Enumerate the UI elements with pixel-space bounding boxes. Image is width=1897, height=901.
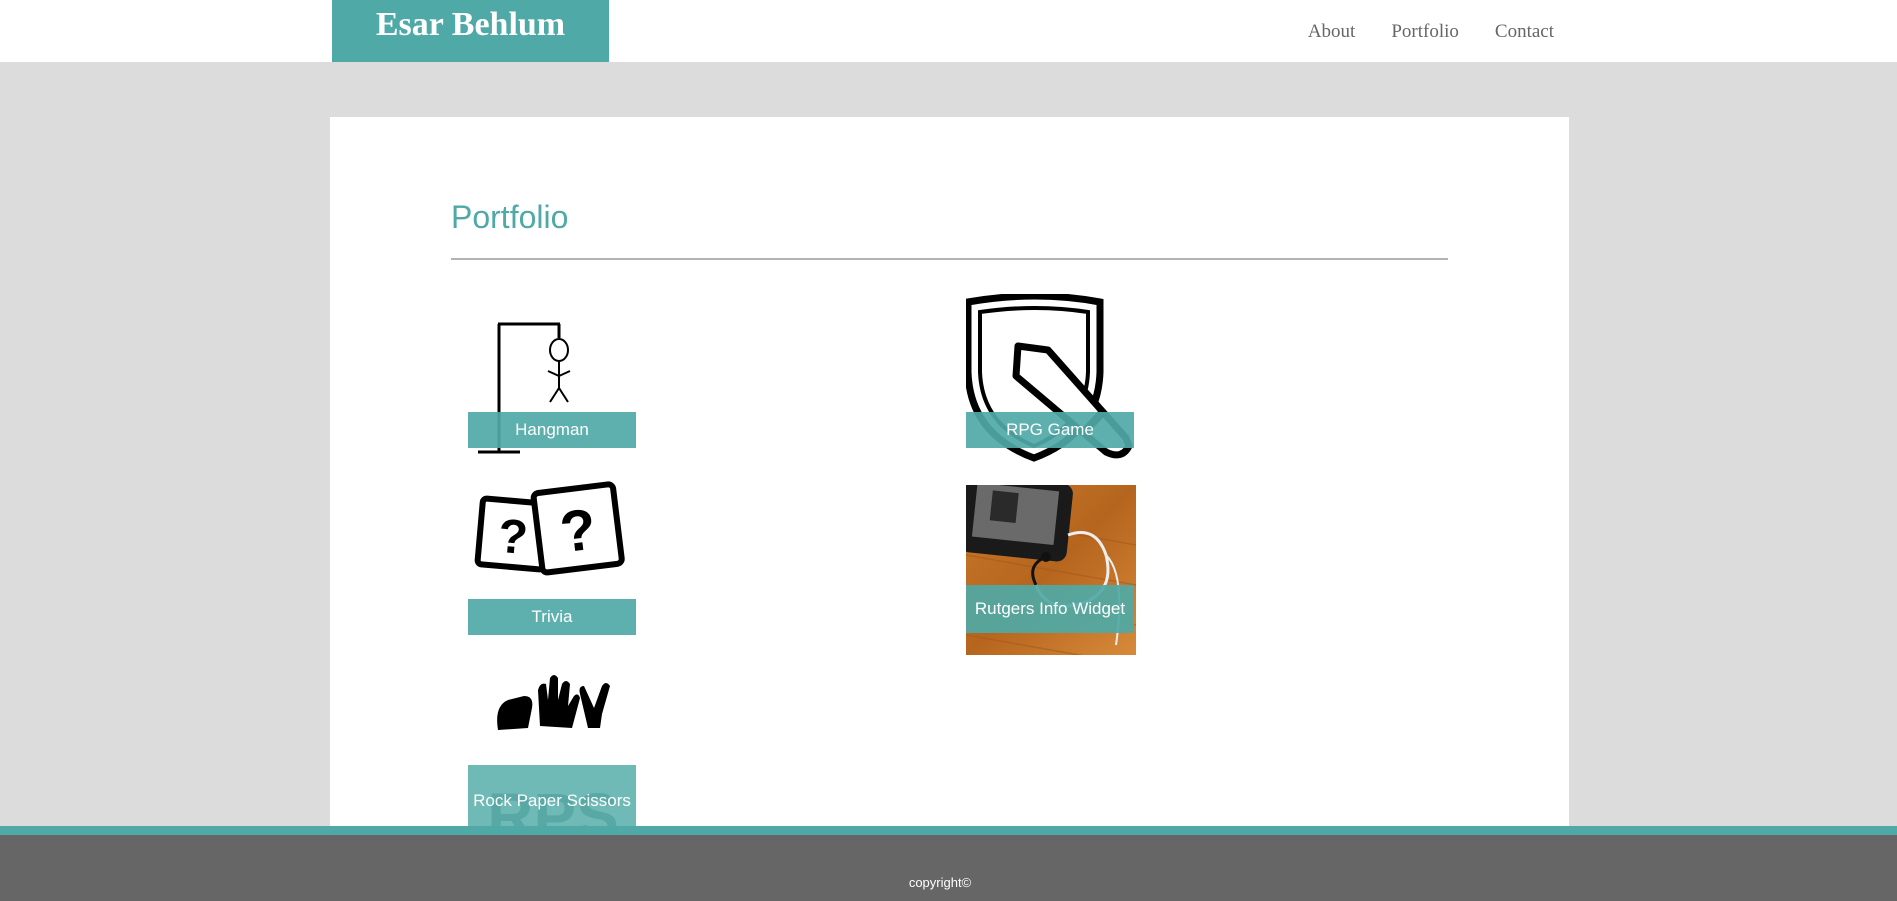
item-caption: RPG Game	[966, 412, 1134, 448]
site-footer: copyright©	[0, 835, 1897, 901]
main-nav: About Portfolio Contact	[1272, 0, 1554, 62]
nav-portfolio[interactable]: Portfolio	[1391, 0, 1459, 62]
page-title: Portfolio	[451, 199, 569, 235]
item-caption: Hangman	[468, 412, 636, 448]
main-content: Portfolio Hangman RPG Game ? ? Trivia Ru…	[330, 117, 1569, 840]
portfolio-item-rpg-game[interactable]: RPG Game	[966, 294, 1136, 464]
portfolio-item-rutgers-info-widget[interactable]: Rutgers Info Widget	[966, 485, 1136, 655]
footer-accent-bar	[0, 826, 1897, 835]
item-caption: Rutgers Info Widget	[966, 585, 1134, 633]
item-caption: Trivia	[468, 599, 636, 635]
site-header: Esar Behlum About Portfolio Contact	[0, 0, 1897, 62]
portfolio-item-rock-paper-scissors[interactable]: RPS Rock Paper Scissors	[468, 670, 638, 840]
nav-contact[interactable]: Contact	[1495, 0, 1554, 62]
copyright-text: copyright©	[908, 875, 972, 890]
portfolio-item-hangman[interactable]: Hangman	[468, 294, 638, 464]
svg-text:?: ?	[496, 510, 530, 565]
nav-about[interactable]: About	[1308, 0, 1356, 62]
portfolio-item-trivia[interactable]: ? ? Trivia	[468, 481, 638, 651]
divider	[451, 258, 1448, 260]
brand-logo[interactable]: Esar Behlum	[332, 0, 609, 62]
